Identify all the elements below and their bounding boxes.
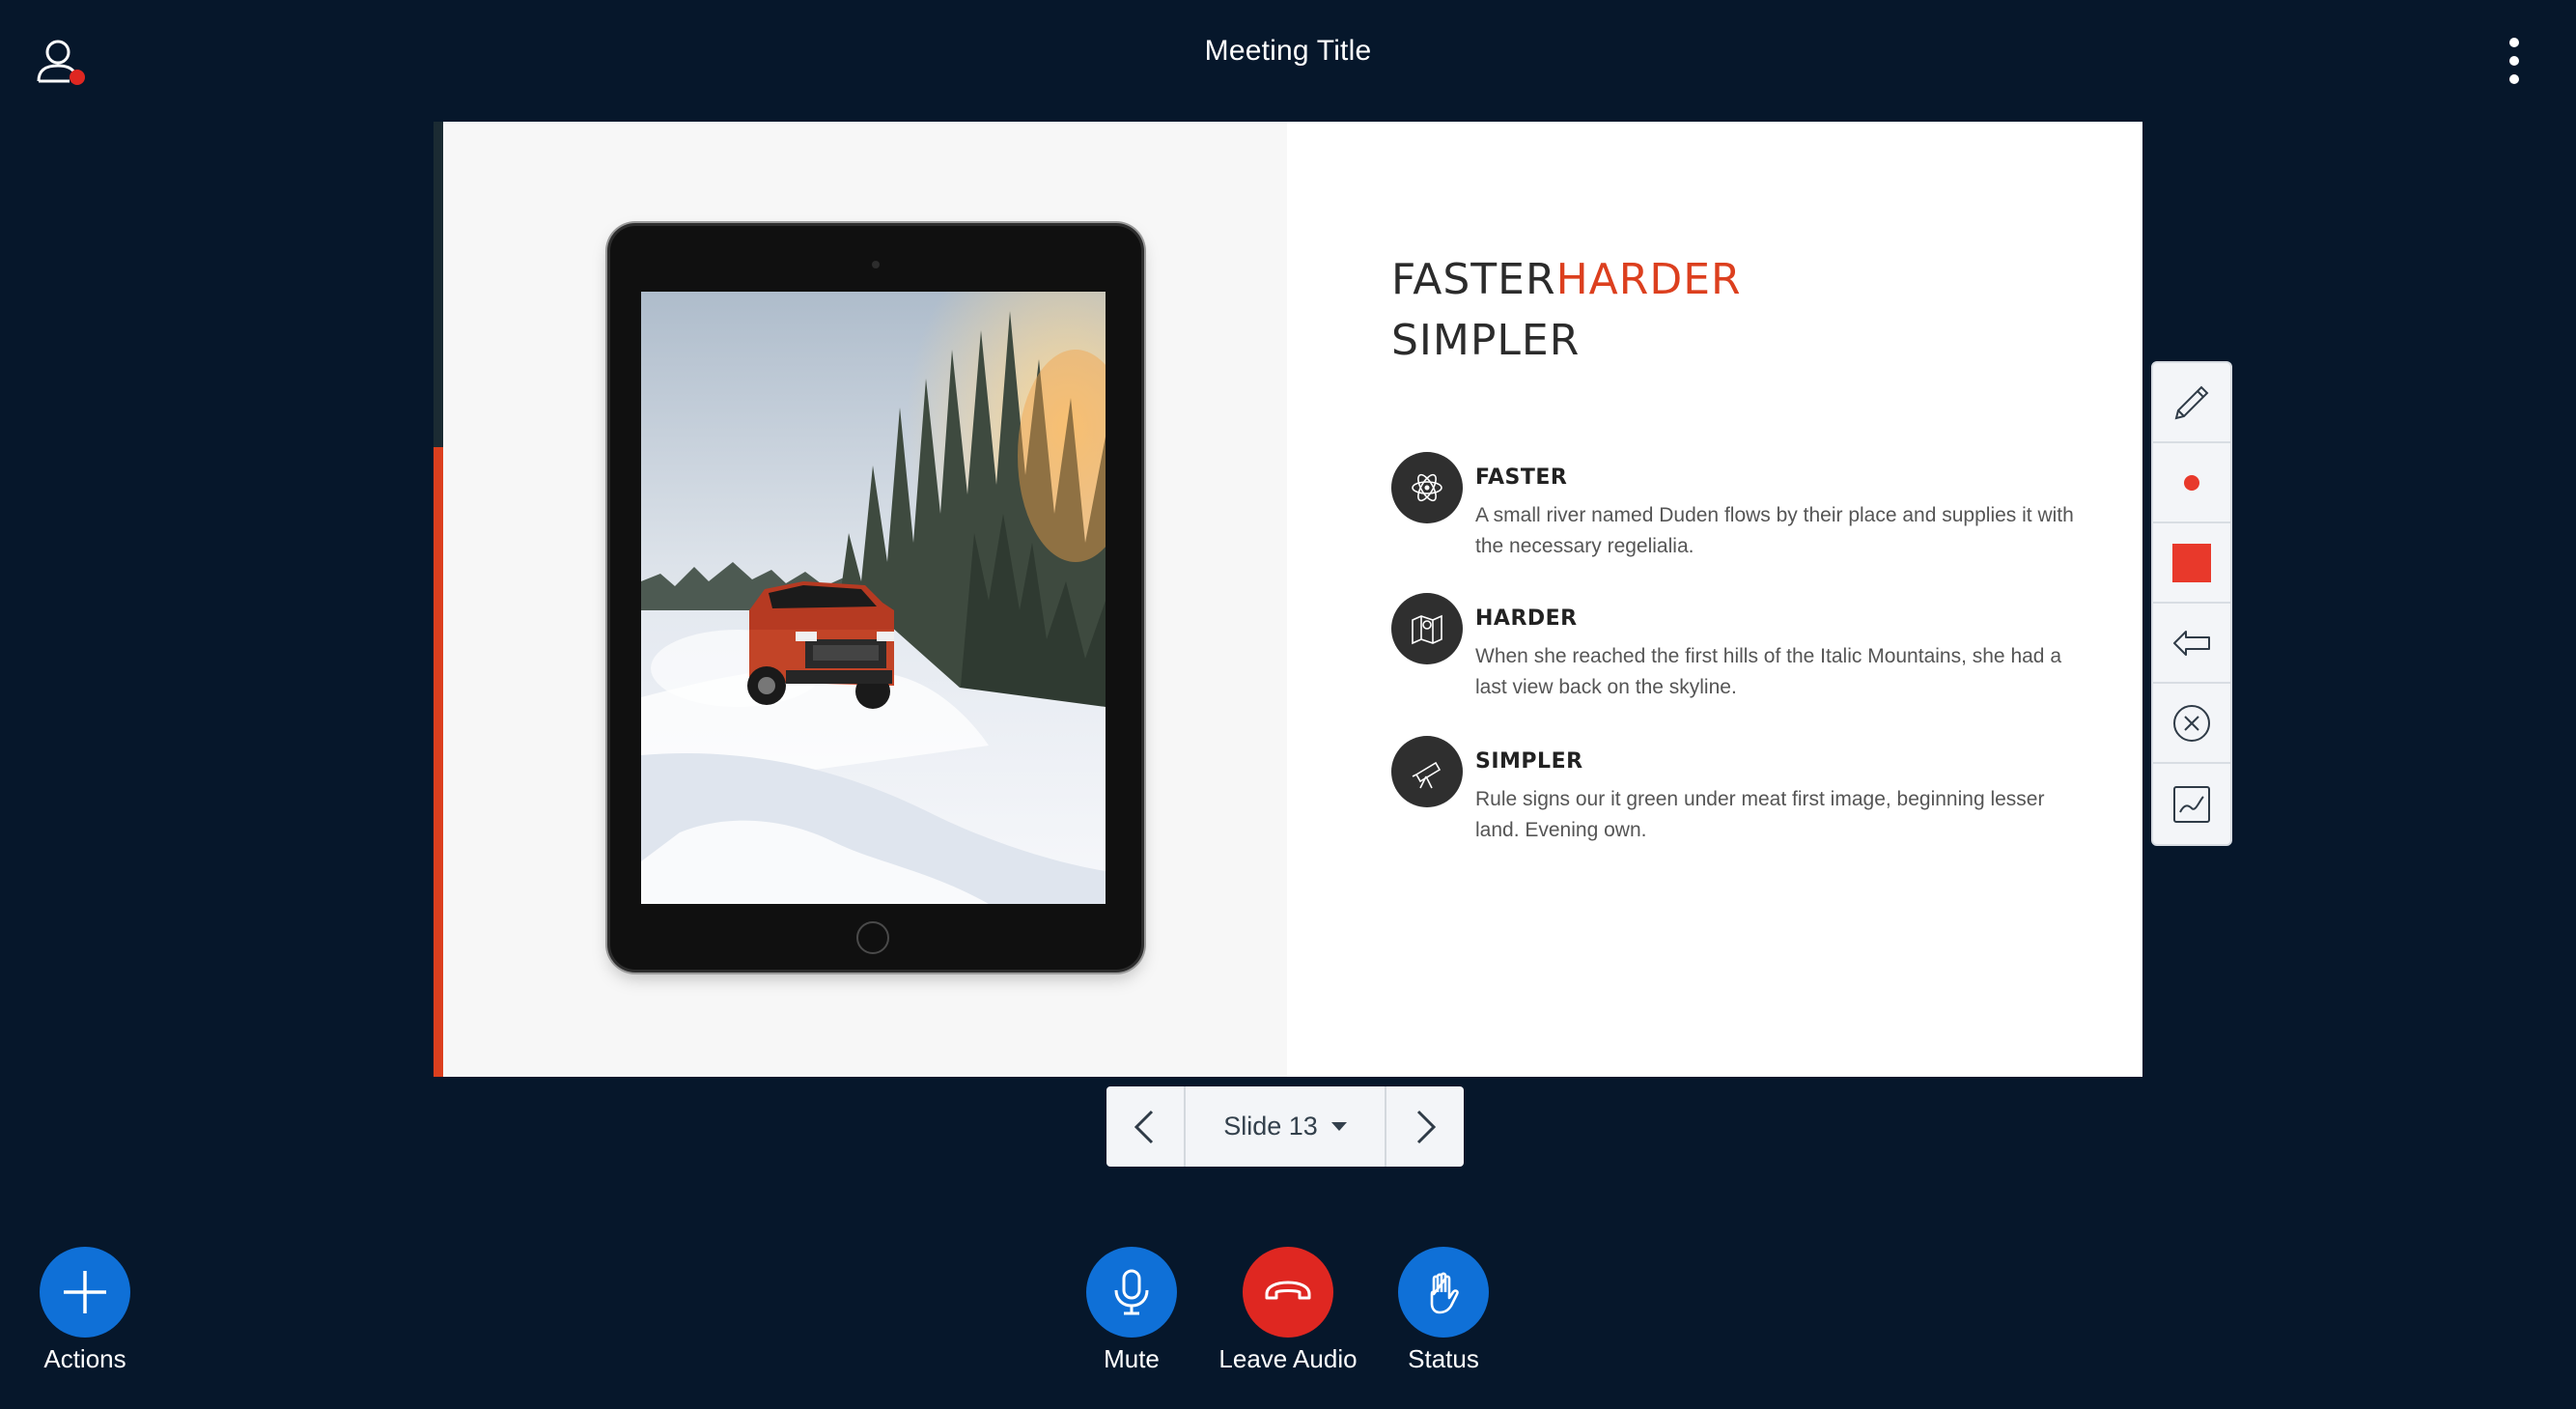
feature-title: SIMPLER [1475, 749, 1583, 774]
slide-text-panel: FASTERHARDER SIMPLER FASTER A small rive… [1287, 122, 2142, 1077]
chevron-right-icon [1416, 1110, 1437, 1143]
slide-accent-bar-dark [434, 122, 443, 447]
phone-hangup-icon [1265, 1281, 1311, 1300]
thickness-button[interactable] [2153, 443, 2230, 523]
map-icon [1391, 593, 1463, 664]
whiteboard-icon [2173, 785, 2210, 823]
status-button[interactable] [1398, 1247, 1489, 1338]
tablet-image [610, 226, 1141, 970]
chevron-left-icon [1134, 1110, 1154, 1143]
slide-select-label: Slide 13 [1223, 1112, 1318, 1141]
clear-button[interactable] [2153, 684, 2230, 764]
options-menu-button[interactable] [2495, 35, 2534, 87]
raise-hand-icon [1430, 1272, 1459, 1314]
status-dot [70, 70, 85, 85]
undo-icon [2173, 630, 2210, 656]
undo-button[interactable] [2153, 604, 2230, 684]
tablet-camera [872, 261, 880, 268]
headline-word-faster: FASTER [1391, 255, 1556, 304]
feature-description: Rule signs our it green under meat first… [1475, 788, 2045, 841]
microphone-icon [1114, 1269, 1149, 1315]
slide-select-dropdown[interactable]: Slide 13 [1186, 1086, 1385, 1167]
actions-button[interactable] [40, 1247, 130, 1338]
plus-icon [64, 1271, 106, 1313]
annotation-toolbar [2151, 361, 2232, 846]
leave-audio-button[interactable] [1243, 1247, 1333, 1338]
clear-icon [2173, 704, 2210, 742]
slide-image-panel [443, 122, 1287, 1077]
more-vertical-icon [2509, 38, 2519, 84]
tablet-home-button [856, 921, 889, 954]
pencil-icon [2174, 385, 2209, 419]
car-photo [641, 292, 1106, 904]
slide-headline: FASTERHARDER SIMPLER [1391, 249, 1742, 371]
actions-label: Actions [43, 1344, 126, 1373]
thickness-dot-icon [2184, 474, 2199, 491]
feature-description: A small river named Duden flows by their… [1475, 504, 2074, 557]
slide-navigation: Slide 13 [1106, 1086, 1464, 1167]
status-label: Status [1408, 1344, 1479, 1373]
telescope-icon [1391, 736, 1463, 807]
slide-accent-bar-orange [434, 447, 443, 1077]
atom-icon [1391, 452, 1463, 523]
meeting-title: Meeting Title [1204, 35, 1372, 67]
presentation-slide: FASTERHARDER SIMPLER FASTER A small rive… [434, 122, 2142, 1077]
previous-slide-button[interactable] [1106, 1086, 1186, 1167]
caret-down-icon [1330, 1122, 1347, 1131]
headline-word-simpler: SIMPLER [1391, 316, 1581, 365]
feature-title: HARDER [1475, 606, 1578, 631]
color-swatch-icon [2172, 543, 2211, 582]
feature-title: FASTER [1475, 465, 1568, 490]
pencil-tool-button[interactable] [2153, 363, 2230, 443]
headline-word-harder: HARDER [1555, 255, 1742, 304]
whiteboard-button[interactable] [2153, 764, 2230, 844]
mute-button[interactable] [1086, 1247, 1177, 1338]
feature-description: When she reached the first hills of the … [1475, 645, 2062, 698]
next-slide-button[interactable] [1385, 1086, 1464, 1167]
color-button[interactable] [2153, 523, 2230, 604]
